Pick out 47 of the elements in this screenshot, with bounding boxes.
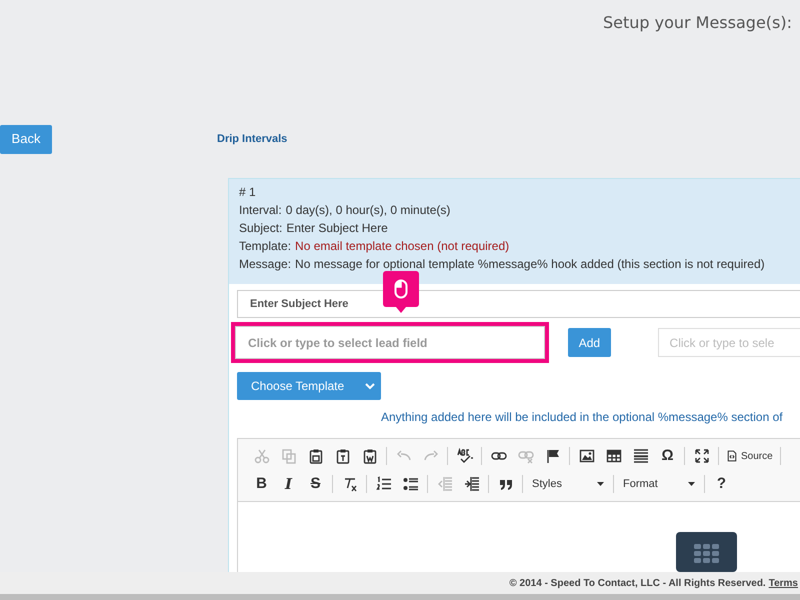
grid-menu-button[interactable]	[676, 532, 737, 572]
page-title: Setup your Message(s):	[602, 12, 792, 34]
summary-label: Template:	[239, 238, 292, 255]
subject-field[interactable]: Enter Subject Here	[237, 290, 800, 318]
summary-value: No email template chosen (not required)	[295, 238, 510, 255]
numbered-list-icon	[376, 476, 392, 492]
summary-label: Message:	[239, 256, 292, 273]
spellcheck-icon	[456, 448, 472, 464]
document-code-icon	[726, 449, 738, 463]
interval-number: # 1	[239, 184, 257, 201]
summary-value: Enter Subject Here	[286, 220, 388, 237]
caret-icon	[597, 482, 604, 486]
copy-icon	[280, 448, 296, 464]
toolbar-button[interactable]: S	[302, 472, 329, 496]
image-icon	[578, 448, 594, 464]
summary-value: No message for optional template %message% hook added (this section is not required)	[295, 256, 765, 273]
toolbar-dropdown[interactable]: Styles	[526, 472, 610, 496]
indent-icon	[464, 476, 480, 492]
maximize-icon	[694, 448, 710, 464]
clipboard-icon	[362, 448, 378, 464]
table-icon	[606, 448, 622, 464]
summary-label: Subject:	[239, 220, 282, 237]
clipboard-icon	[308, 448, 324, 464]
lead-field[interactable]: Click or type to select lead field	[231, 322, 550, 363]
toolbar-dropdown[interactable]: Format	[617, 472, 701, 496]
caret-icon	[688, 482, 695, 486]
horizontal-lines-icon	[632, 448, 648, 464]
bullet-list-icon	[402, 476, 418, 492]
copyright-text: © 2014 - Speed To Contact, LLC - All Rights Reserved.	[509, 576, 766, 590]
flag-icon	[544, 448, 560, 464]
outdent-icon	[436, 476, 452, 492]
terms-link[interactable]: Terms	[768, 576, 798, 590]
toolbar-button[interactable]: Ω	[654, 444, 681, 468]
source-button[interactable]: Source	[722, 444, 777, 468]
mouse-icon	[394, 279, 408, 299]
chevron-down-icon	[365, 382, 375, 390]
scissors-icon	[254, 448, 270, 464]
grid-icon	[694, 544, 719, 564]
toolbar-button[interactable]: I	[275, 472, 302, 496]
section-heading: Drip Intervals	[217, 132, 288, 147]
summary-label: Interval:	[239, 202, 282, 219]
lead-field[interactable]: Click or type to sele	[658, 328, 800, 357]
note-text: Anything added here will be included in the optional %message% section of	[381, 409, 783, 426]
clipboard-icon	[334, 448, 350, 464]
summary-value: 0 day(s), 0 hour(s), 0 minute(s)	[286, 202, 450, 219]
toolbar-button[interactable]: B	[248, 472, 275, 496]
toolbar-button[interactable]: ?	[708, 472, 735, 496]
